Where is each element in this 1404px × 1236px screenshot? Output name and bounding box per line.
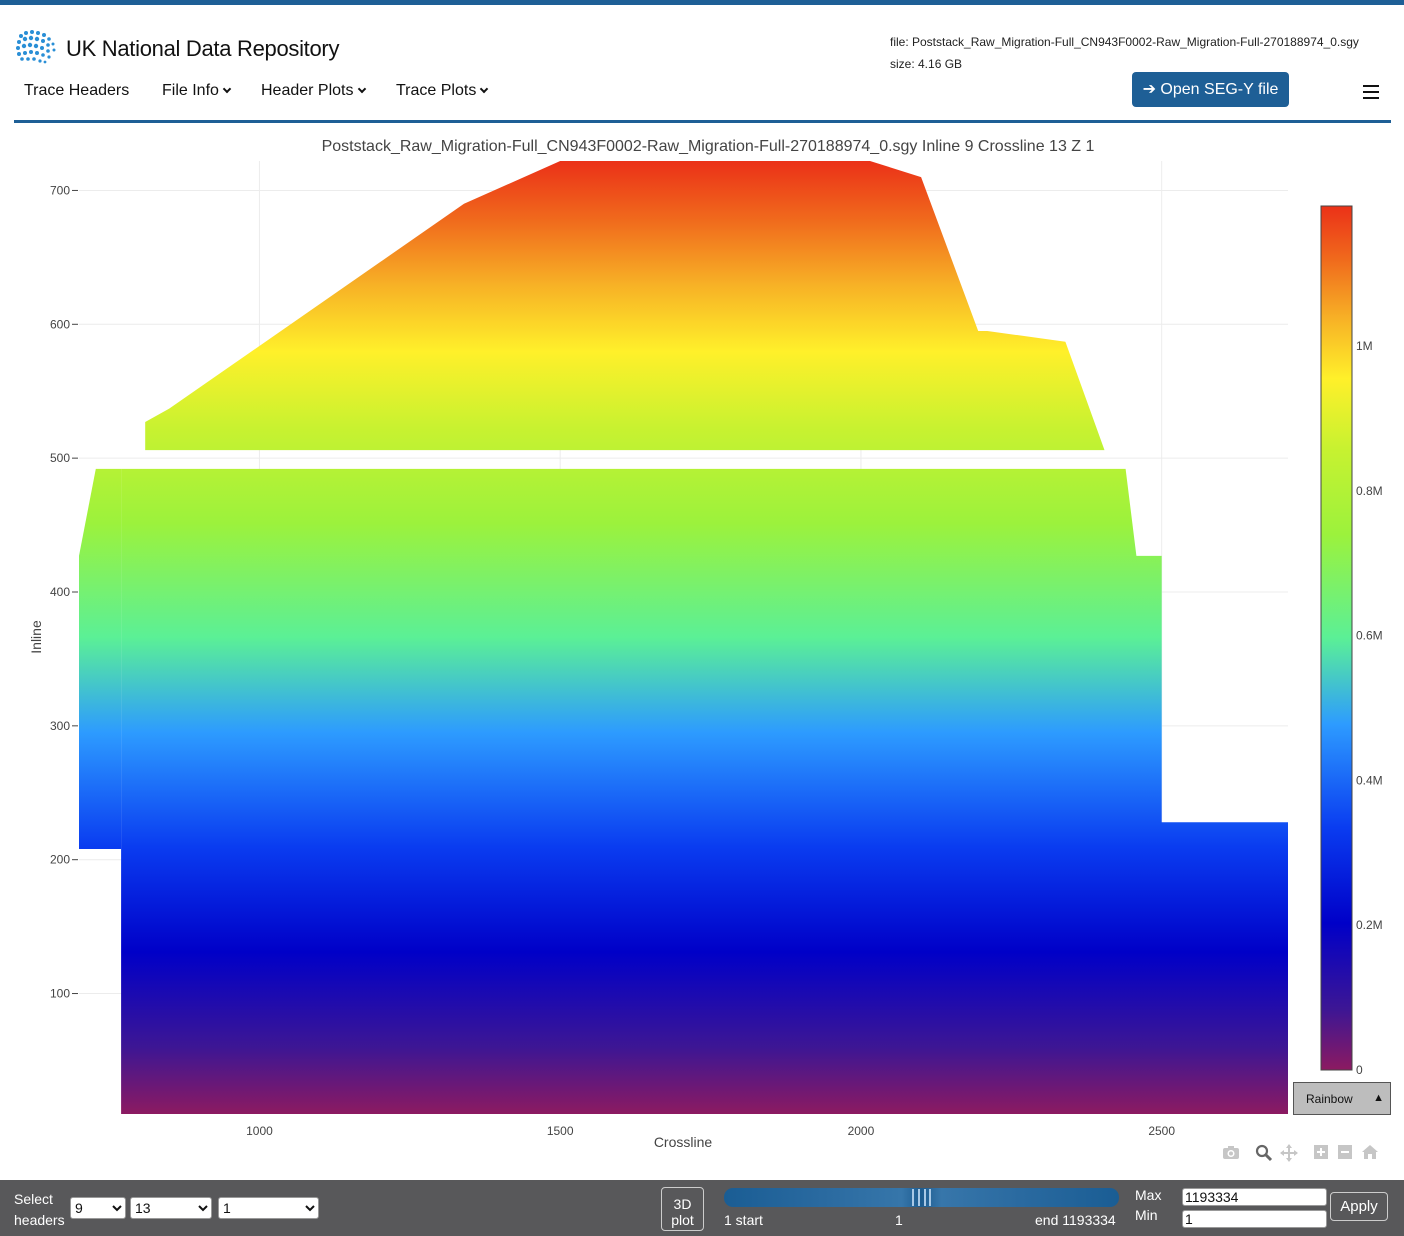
x-tick-label: 1500 (547, 1124, 574, 1138)
colorscale-dropdown[interactable]: Rainbow ▲ (1293, 1082, 1391, 1115)
min-label: Min (1135, 1207, 1158, 1223)
slider-mark (918, 1189, 920, 1206)
zoom-icon[interactable] (1255, 1144, 1273, 1167)
slider-mark (924, 1189, 926, 1206)
nav-header-plots[interactable]: Header Plots (261, 82, 366, 100)
apply-button[interactable]: Apply (1330, 1192, 1388, 1221)
max-input[interactable] (1182, 1188, 1327, 1206)
heatmap-chart[interactable]: Poststack_Raw_Migration-Full_CN943F0002-… (0, 128, 1404, 1178)
colorbar-tick-label: 0.8M (1356, 484, 1383, 498)
control-footer: Select headers 9 13 1 3D plot 1 start 1 … (0, 1180, 1404, 1236)
heat-region-upper_block[interactable] (124, 161, 1105, 451)
colorbar-ticks: 0 0.2M 0.4M 0.6M 0.8M 1M (1356, 339, 1383, 1077)
max-label: Max (1135, 1187, 1162, 1203)
select-headers-label: Select headers (14, 1191, 65, 1228)
min-input[interactable] (1182, 1210, 1327, 1228)
heat-region-lower_block[interactable] (121, 468, 1289, 1114)
home-icon[interactable] (1361, 1144, 1379, 1165)
chevron-down-icon (222, 84, 232, 94)
y-tick-label: 400 (50, 585, 70, 599)
colorscale-label: Rainbow (1306, 1092, 1353, 1106)
open-segy-button[interactable]: ➔ Open SEG-Y file (1132, 72, 1289, 107)
heat-region-lower_left_strip[interactable] (79, 468, 122, 849)
y-tick-label: 100 (50, 987, 70, 1001)
file-info: file: Poststack_Raw_Migration-Full_CN943… (890, 31, 1359, 75)
x-tick-label: 2000 (848, 1124, 875, 1138)
y-tick-label: 200 (50, 853, 70, 867)
z-select[interactable]: 1 (218, 1197, 319, 1219)
top-accent-bar (0, 0, 1404, 5)
nav-label: Trace Headers (24, 82, 130, 99)
crossline-select[interactable]: 13 (130, 1197, 212, 1219)
chevron-down-icon (480, 84, 489, 94)
3d-plot-button[interactable]: 3D plot (661, 1187, 704, 1231)
nav-label: Trace Plots (396, 82, 477, 99)
nav-trace-plots[interactable]: Trace Plots (396, 82, 489, 100)
y-axis-label: Inline (28, 620, 44, 654)
heatmap-area[interactable] (79, 161, 1289, 1114)
camera-icon[interactable] (1222, 1144, 1240, 1165)
chevron-down-icon (357, 84, 366, 94)
pan-icon[interactable] (1280, 1144, 1298, 1167)
triangle-up-icon: ▲ (1373, 1092, 1384, 1104)
brand-title: UK National Data Repository (66, 36, 340, 61)
colorbar-tick-label: 1M (1356, 339, 1373, 353)
slider-mark (929, 1189, 931, 1206)
colorbar (1320, 205, 1353, 1071)
slider-start-label: 1 start (724, 1212, 763, 1228)
colorbar-tick-label: 0.2M (1356, 918, 1383, 932)
globe-logo-icon (16, 30, 56, 64)
nav-trace-headers[interactable]: Trace Headers (24, 82, 129, 100)
chart-title: Poststack_Raw_Migration-Full_CN943F0002-… (322, 138, 1095, 155)
trace-range-slider[interactable] (724, 1188, 1119, 1207)
y-axis-ticks: 100 200 300 400 500 600 700 (50, 183, 78, 1001)
y-tick-label: 300 (50, 719, 70, 733)
slider-value-label: 1 (895, 1212, 903, 1228)
y-tick-label: 500 (50, 451, 70, 465)
file-name-line: file: Poststack_Raw_Migration-Full_CN943… (890, 35, 1359, 49)
nav-label: Header Plots (261, 82, 354, 99)
file-size-line: size: 4.16 GB (890, 57, 963, 71)
nav-label: File Info (162, 82, 219, 99)
inline-select[interactable]: 9 (70, 1197, 126, 1219)
y-tick-label: 700 (50, 183, 70, 197)
nav-file-info[interactable]: File Info (162, 82, 232, 100)
colorbar-tick-label: 0.6M (1356, 629, 1383, 643)
nav-divider (14, 120, 1391, 123)
y-tick-label: 600 (50, 317, 70, 331)
zoom-in-icon[interactable] (1313, 1144, 1329, 1165)
slider-mark (912, 1189, 914, 1206)
colorbar-tick-label: 0 (1356, 1063, 1363, 1077)
hamburger-menu-icon[interactable] (1363, 85, 1379, 99)
colorbar-tick-label: 0.4M (1356, 773, 1383, 787)
x-tick-label: 1000 (246, 1124, 273, 1138)
x-tick-label: 2500 (1148, 1124, 1175, 1138)
zoom-out-icon[interactable] (1337, 1144, 1353, 1165)
x-axis-label: Crossline (654, 1134, 713, 1150)
slider-end-label: end 1193334 (1035, 1212, 1116, 1228)
